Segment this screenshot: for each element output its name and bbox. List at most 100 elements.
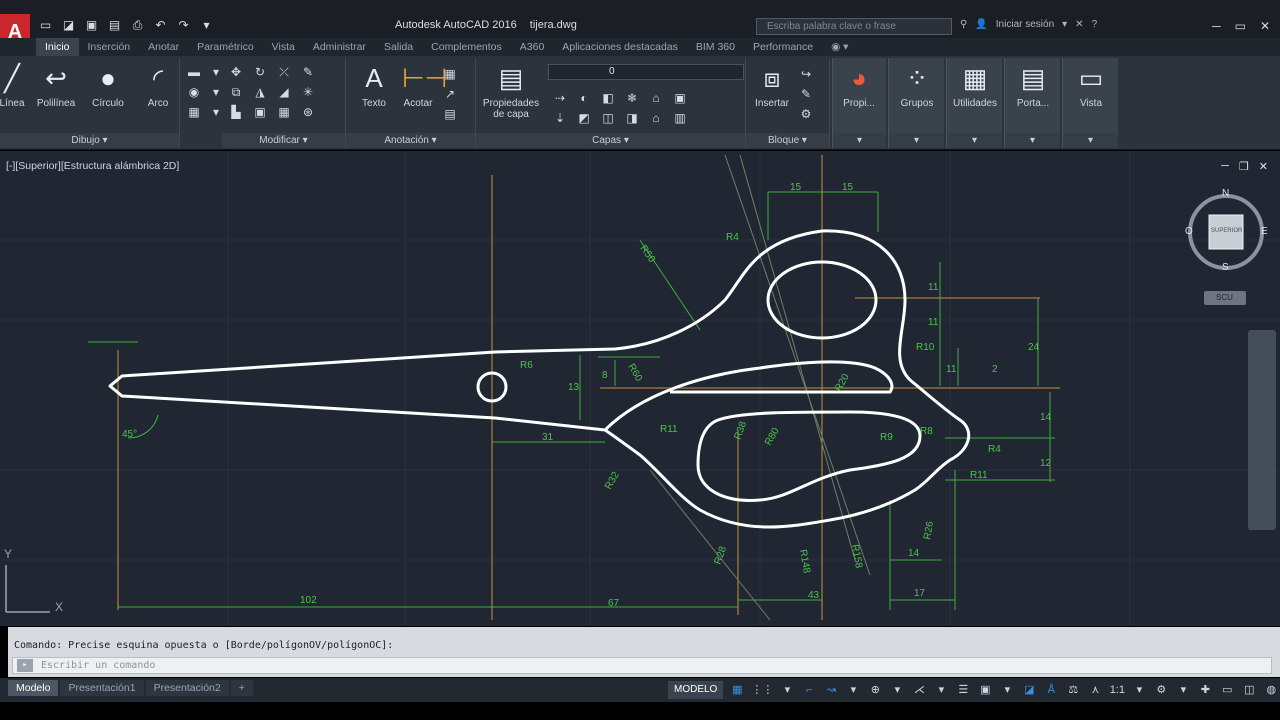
layer-merge-icon[interactable]: ◫: [600, 110, 616, 126]
tab-parametrico[interactable]: Paramétrico: [188, 38, 263, 56]
dropdown-icon[interactable]: ▾: [199, 18, 214, 32]
layer-walk-icon[interactable]: ▣: [672, 90, 688, 106]
lineweight-icon[interactable]: ☰: [955, 681, 971, 699]
viewcube[interactable]: N S O E SUPERIOR: [1184, 188, 1268, 274]
fillet-icon[interactable]: ◢: [276, 84, 292, 100]
dropdown-icon[interactable]: ▾: [845, 681, 861, 699]
scale-icon[interactable]: ▣: [252, 104, 268, 120]
array-icon[interactable]: ▦: [276, 104, 292, 120]
maximize-icon[interactable]: ▭: [1235, 19, 1246, 33]
groups-tool[interactable]: ⁘ Grupos: [891, 62, 943, 109]
compass-east[interactable]: E: [1261, 226, 1268, 237]
layout-tab-presentacion1[interactable]: Presentación1: [60, 680, 144, 696]
drawing-viewport[interactable]: 102 67 43 15 15 31 13 8 11 11 24 2 11 14…: [0, 151, 1280, 626]
properties-tool[interactable]: ◕ Propi...: [833, 62, 885, 109]
layer-properties-tool[interactable]: ▤ Propiedades de capa: [478, 62, 544, 120]
groups-expand[interactable]: ▾: [889, 133, 944, 148]
rotate-icon[interactable]: ↻: [252, 64, 268, 80]
layer-unlock-icon[interactable]: ⌂: [648, 110, 664, 126]
tab-complementos[interactable]: Complementos: [422, 38, 511, 56]
modify-panel-title[interactable]: Modificar ▾: [222, 133, 345, 148]
layout-tab-presentacion2[interactable]: Presentación2: [145, 680, 229, 696]
vp-restore-icon[interactable]: ❐: [1239, 160, 1249, 173]
tab-a360[interactable]: A360: [511, 38, 554, 56]
view-expand[interactable]: ▾: [1063, 133, 1118, 148]
draw-panel-title[interactable]: Dibujo ▾: [0, 133, 179, 148]
tab-bim-360[interactable]: BIM 360: [687, 38, 744, 56]
dropdown-icon[interactable]: ▾: [933, 681, 949, 699]
dropdown-icon[interactable]: ▾: [1131, 681, 1147, 699]
layers-panel-title[interactable]: Capas ▾: [476, 133, 745, 148]
stretch-icon[interactable]: ▙: [228, 104, 244, 120]
layer-match-icon[interactable]: ⇢: [552, 90, 568, 106]
open-folder-icon[interactable]: ◪: [61, 18, 76, 32]
command-prompt-icon[interactable]: ▸: [17, 659, 33, 672]
properties-panel[interactable]: ◕ Propi... ▾: [832, 58, 886, 148]
minimize-icon[interactable]: ─: [1212, 19, 1221, 33]
save-icon[interactable]: ▣: [84, 18, 99, 32]
trim-icon[interactable]: ⤫: [276, 64, 292, 80]
hatch-icon[interactable]: ◉: [186, 84, 202, 100]
dropdown-icon[interactable]: ▾: [889, 681, 905, 699]
redo-icon[interactable]: ↷: [176, 18, 191, 32]
tab-anotar[interactable]: Anotar: [139, 38, 188, 56]
clipboard-expand[interactable]: ▾: [1005, 133, 1060, 148]
mirror-icon[interactable]: ◮: [252, 84, 268, 100]
vp-close-icon[interactable]: ✕: [1259, 160, 1268, 173]
properties-expand[interactable]: ▾: [833, 133, 886, 148]
navigation-bar[interactable]: [1248, 330, 1276, 530]
workspace-gear-icon[interactable]: ⚙: [1153, 681, 1169, 699]
exchange-icon[interactable]: ✕: [1075, 19, 1083, 30]
dropdown-icon[interactable]: ▾: [1175, 681, 1191, 699]
command-input[interactable]: ▸ Escribir un comando: [12, 657, 1272, 674]
undo-icon[interactable]: ↶: [153, 18, 168, 32]
object-snap-tracking-icon[interactable]: ⋌: [911, 681, 927, 699]
insert-tool[interactable]: ⧈ Insertar: [746, 62, 798, 109]
binoculars-icon[interactable]: ⚲: [960, 19, 967, 30]
clipboard-tool[interactable]: ▤ Porta...: [1007, 62, 1059, 109]
layer-off-icon[interactable]: ◐: [576, 90, 592, 106]
vp-minimize-icon[interactable]: ─: [1221, 160, 1229, 173]
arc-tool[interactable]: ◜ Arco: [132, 62, 184, 109]
utilities-panel[interactable]: ▦ Utilidades ▾: [946, 58, 1002, 148]
compass-south[interactable]: S: [1222, 262, 1229, 273]
layer-dropdown[interactable]: 0: [548, 64, 744, 80]
offset-icon[interactable]: ⊛: [300, 104, 316, 120]
table-icon[interactable]: ▦: [442, 66, 458, 82]
explode-icon[interactable]: ✳: [300, 84, 316, 100]
layer-freeze-icon[interactable]: ❄: [624, 90, 640, 106]
snap-icon[interactable]: ⋮⋮: [751, 681, 773, 699]
tab-salida[interactable]: Salida: [375, 38, 422, 56]
circle-tool[interactable]: ● Círculo: [82, 62, 134, 109]
leader-icon[interactable]: ↗: [442, 86, 458, 102]
auto-scale-icon[interactable]: ⚖: [1065, 681, 1081, 699]
annotation-scale-icon[interactable]: ⋏: [1087, 681, 1103, 699]
annotation-scale-value[interactable]: 1:1: [1109, 681, 1125, 699]
block-attribute-icon[interactable]: ⚙: [798, 106, 814, 122]
model-space-button[interactable]: MODELO: [668, 681, 724, 699]
close-icon[interactable]: ✕: [1260, 19, 1270, 33]
viewport-controls-label[interactable]: [-][Superior][Estructura alámbrica 2D]: [6, 160, 179, 172]
block-panel-title[interactable]: Bloque ▾: [746, 133, 829, 148]
chevron-down-icon[interactable]: ▾: [1062, 19, 1067, 30]
dropdown-icon[interactable]: ▾: [999, 681, 1015, 699]
layer-state-icon[interactable]: ▥: [672, 110, 688, 126]
polyline-tool[interactable]: ↩ Polilínea: [30, 62, 82, 109]
sign-in-button[interactable]: Iniciar sesión: [996, 19, 1054, 30]
layer-copy-icon[interactable]: ◩: [576, 110, 592, 126]
quick-properties-icon[interactable]: ◫: [1241, 681, 1257, 699]
markup-icon[interactable]: ▤: [442, 106, 458, 122]
help-icon[interactable]: ?: [1092, 19, 1098, 30]
copy-icon[interactable]: ⧉: [228, 84, 244, 100]
layer-current-icon[interactable]: ⇣: [552, 110, 568, 126]
gradient-icon[interactable]: ▦: [186, 104, 202, 120]
utilities-tool[interactable]: ▦ Utilidades: [949, 62, 1001, 109]
grid-icon[interactable]: ▦: [729, 681, 745, 699]
search-input[interactable]: Escriba palabra clave o frase: [756, 18, 952, 35]
add-layout-button[interactable]: +: [230, 680, 253, 696]
view-tool[interactable]: ▭ Vista: [1065, 62, 1117, 109]
dropdown-icon[interactable]: ▾: [779, 681, 795, 699]
dimension-tool[interactable]: ⊢⊣ Acotar: [392, 62, 447, 109]
layer-unisolate-icon[interactable]: ◨: [624, 110, 640, 126]
ribbon-options-icon[interactable]: ◉ ▾: [822, 38, 857, 56]
